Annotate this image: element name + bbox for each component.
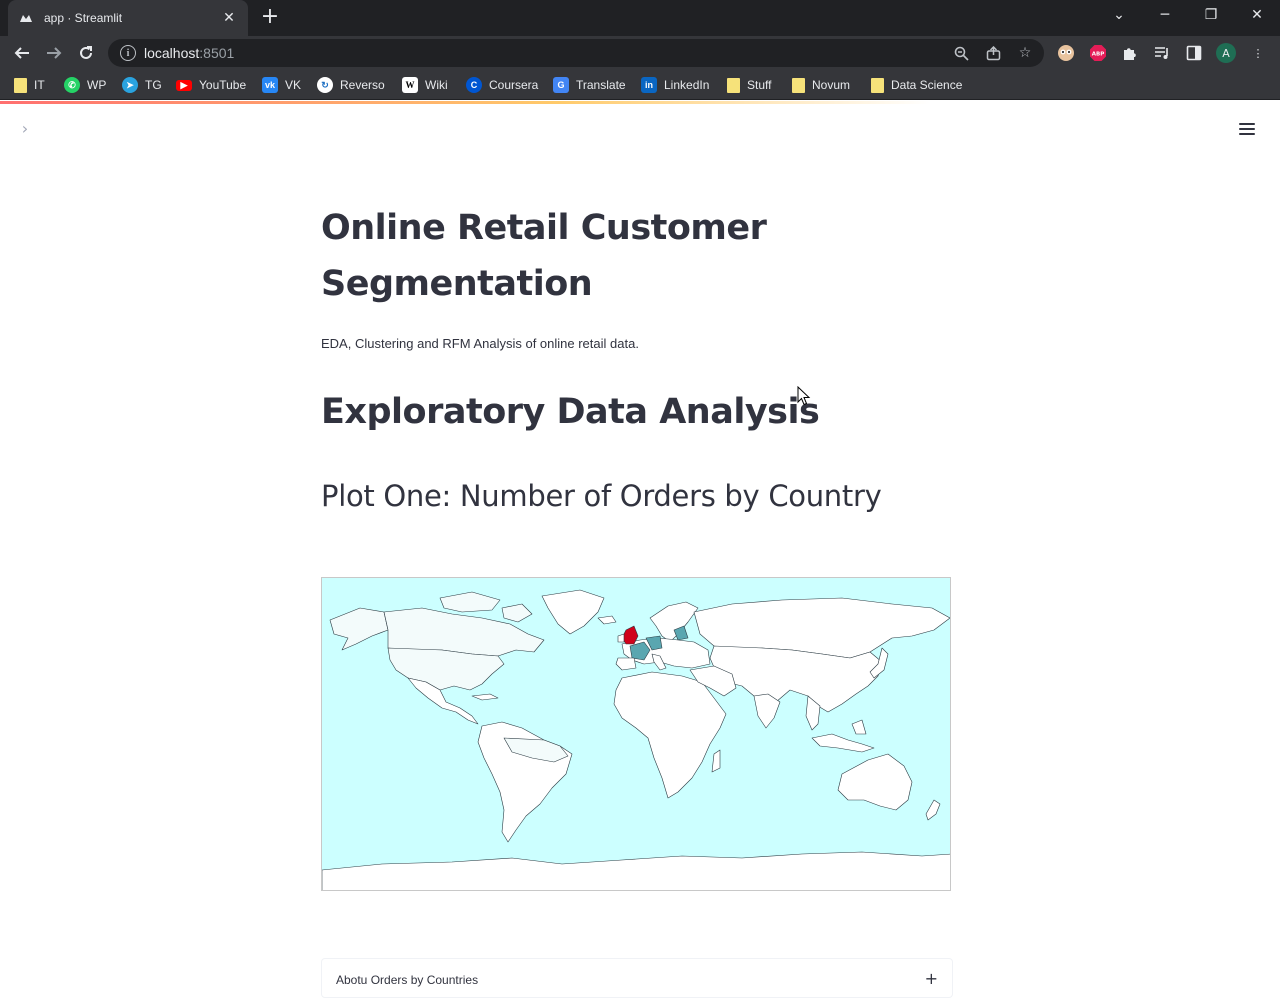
bookmark-label: Wiki — [425, 78, 448, 92]
wikipedia-icon: W — [402, 77, 418, 93]
streamlit-favicon-icon — [18, 10, 34, 26]
mouse-cursor-icon — [797, 386, 811, 406]
tab-search-icon[interactable]: ⌄ — [1096, 0, 1142, 30]
bookmark-label: Stuff — [747, 78, 772, 92]
whatsapp-icon: ✆ — [64, 77, 80, 93]
bookmark-label: VK — [285, 78, 302, 92]
url-host: localhost — [144, 45, 200, 61]
url-port: :8501 — [199, 45, 235, 61]
main-menu-hamburger-icon[interactable] — [1238, 120, 1256, 138]
bookmark-label: LinkedIn — [664, 78, 710, 92]
expand-plus-icon: + — [924, 969, 938, 988]
bookmark-youtube[interactable]: ▶ YouTube — [176, 76, 246, 94]
scandinavia — [649, 601, 699, 643]
telegram-icon: ➤ — [122, 77, 138, 93]
close-tab-icon[interactable]: ✕ — [220, 10, 238, 26]
united-kingdom — [621, 625, 639, 645]
reverso-icon: ↻ — [317, 77, 333, 93]
antarctica — [322, 851, 950, 890]
extension-owl-icon[interactable] — [1056, 43, 1076, 63]
back-button[interactable] — [9, 40, 35, 66]
bookmark-stuff[interactable]: Stuff — [727, 76, 771, 94]
forward-button[interactable] — [41, 40, 67, 66]
bookmark-novum[interactable]: Novum — [792, 76, 850, 94]
bookmark-coursera[interactable]: C Coursera — [466, 76, 538, 94]
site-info-icon[interactable]: i — [120, 45, 136, 61]
side-panel-icon[interactable] — [1184, 43, 1204, 63]
alaska — [329, 607, 389, 651]
minimize-button[interactable]: ─ — [1142, 0, 1188, 30]
close-window-button[interactable]: ✕ — [1234, 0, 1280, 30]
australia — [837, 753, 913, 811]
reload-button[interactable] — [73, 40, 99, 66]
bookmark-it[interactable]: IT — [14, 76, 45, 94]
world-choropleth — [322, 589, 950, 890]
bookmark-star-icon[interactable]: ☆ — [1016, 44, 1034, 62]
media-control-icon[interactable] — [1152, 43, 1172, 63]
zoom-icon[interactable] — [952, 44, 970, 62]
folder-icon — [792, 77, 805, 93]
bookmark-label: Reverso — [340, 78, 385, 92]
bookmark-label: WP — [87, 78, 107, 92]
svg-text:ABP: ABP — [1092, 52, 1104, 58]
orders-by-country-map[interactable] — [321, 577, 951, 891]
restore-button[interactable]: ❐ — [1188, 0, 1234, 30]
address-bar[interactable]: i localhost:8501 ☆ — [108, 39, 1044, 67]
bookmark-label: YouTube — [199, 78, 247, 92]
tab-strip: app · Streamlit ✕ + ⌄ ─ ❐ ✕ — [0, 0, 1280, 36]
browser-toolbar: i localhost:8501 ☆ ABP A ⋮ — [0, 36, 1280, 70]
section-heading: Exploratory Data Analysis — [321, 392, 820, 432]
profile-avatar[interactable]: A — [1216, 43, 1236, 63]
greenland — [541, 589, 605, 635]
folder-icon — [14, 77, 27, 93]
bookmark-linkedin[interactable]: in LinkedIn — [641, 76, 709, 94]
orders-by-countries-expander[interactable]: Abotu Orders by Countries + — [321, 958, 953, 998]
linkedin-icon: in — [641, 77, 657, 93]
bookmark-label: Translate — [576, 78, 626, 92]
coursera-icon: C — [466, 77, 482, 93]
bookmark-translate[interactable]: G Translate — [553, 76, 626, 94]
ireland — [617, 633, 625, 643]
browser-tab[interactable]: app · Streamlit ✕ — [8, 0, 248, 36]
profile-initial: A — [1222, 46, 1230, 60]
page-caption: EDA, Clustering and RFM Analysis of onli… — [321, 336, 639, 351]
new-tab-button[interactable]: + — [258, 6, 282, 30]
sidebar-expand-chevron-icon[interactable]: › — [16, 119, 34, 138]
tab-title: app · Streamlit — [44, 11, 123, 25]
asia — [709, 645, 883, 713]
arctic-islands — [439, 591, 501, 613]
adblock-plus-icon[interactable]: ABP — [1088, 43, 1108, 63]
spain-portugal — [615, 657, 637, 671]
india — [753, 693, 781, 729]
bookmark-reverso[interactable]: ↻ Reverso — [317, 76, 385, 94]
bookmark-wp[interactable]: ✆ WP — [64, 76, 106, 94]
bookmark-label: Novum — [812, 78, 851, 92]
youtube-icon: ▶ — [176, 79, 192, 91]
bookmark-data-science[interactable]: Data Science — [871, 76, 962, 94]
google-translate-icon: G — [553, 77, 569, 93]
bookmark-vk[interactable]: vk VK — [262, 76, 301, 94]
bookmark-label: TG — [145, 78, 162, 92]
streamlit-status-bar — [0, 101, 930, 104]
expander-label: Abotu Orders by Countries — [336, 973, 479, 987]
folder-icon — [871, 77, 884, 93]
africa — [613, 671, 727, 799]
bookmark-label: IT — [34, 78, 45, 92]
main-content: Online Retail Customer Segmentation EDA,… — [321, 200, 961, 513]
bookmark-tg[interactable]: ➤ TG — [122, 76, 162, 94]
extensions-puzzle-icon[interactable] — [1120, 43, 1140, 63]
chrome-menu-icon[interactable]: ⋮ — [1248, 43, 1268, 63]
folder-icon — [727, 77, 740, 93]
share-icon[interactable] — [984, 44, 1002, 62]
bookmark-label: Coursera — [489, 78, 539, 92]
bookmark-wiki[interactable]: W Wiki — [402, 76, 448, 94]
page-title: Online Retail Customer Segmentation — [321, 208, 767, 304]
bookmarks-bar: IT ✆ WP ➤ TG ▶ YouTube vk VK ↻ Reverso W Wiki … — [0, 70, 1280, 100]
plot-subheading: Plot One: Number of Orders by Country — [321, 479, 882, 513]
bookmark-label: Data Science — [891, 78, 963, 92]
vk-icon: vk — [262, 77, 278, 93]
